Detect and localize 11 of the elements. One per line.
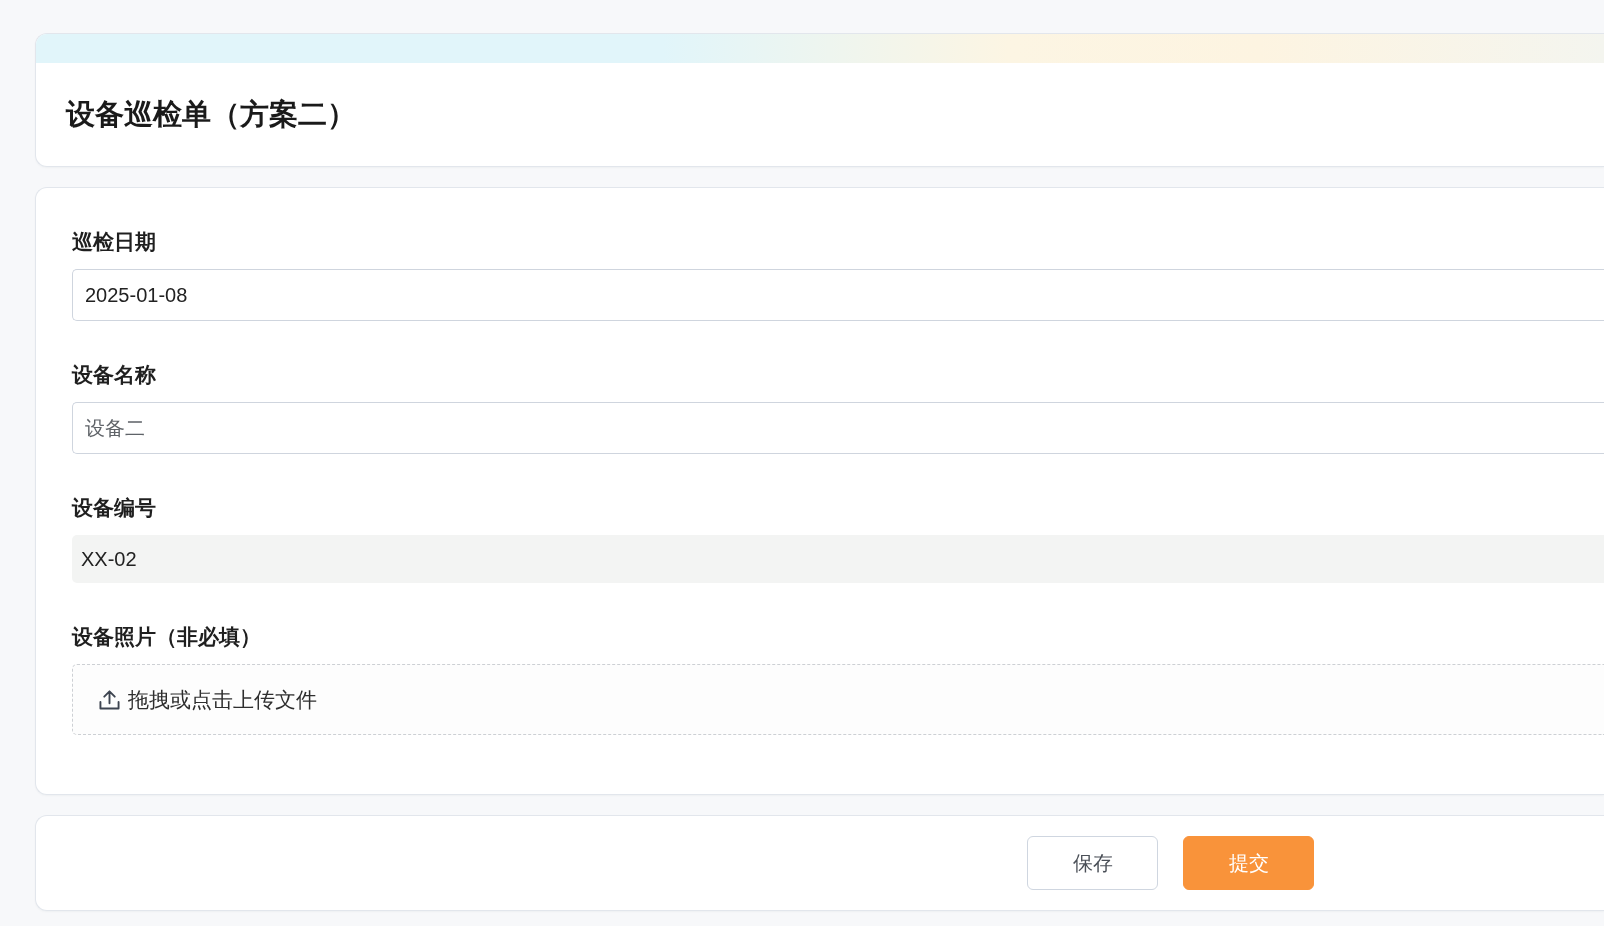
upload-dropzone[interactable]: 拖拽或点击上传文件 (72, 664, 1604, 735)
date-input[interactable]: 2025-01-08 (72, 269, 1604, 321)
field-label: 设备照片（非必填） (72, 624, 261, 651)
field-label: 设备名称 (72, 362, 156, 389)
field-label: 设备编号 (72, 495, 156, 522)
save-button[interactable]: 保存 (1027, 836, 1158, 890)
page-title: 设备巡检单（方案二） (66, 96, 356, 133)
field-label: 巡检日期 (72, 229, 156, 256)
readonly-field[interactable]: XX-02 (72, 535, 1604, 583)
text-input[interactable]: 设备二 (72, 402, 1604, 454)
upload-icon (99, 689, 120, 710)
